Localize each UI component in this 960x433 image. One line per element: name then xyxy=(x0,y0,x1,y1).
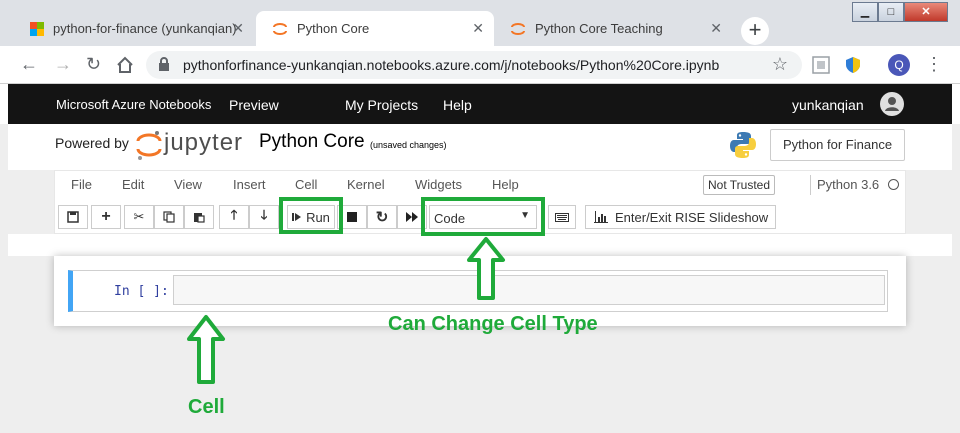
tab-title: Python Core Teaching xyxy=(535,21,663,36)
powered-by-label: Powered by xyxy=(55,135,129,151)
browser-tab-python-core[interactable]: Python Core ✕ xyxy=(256,11,494,46)
minimize-icon[interactable]: ▁ xyxy=(852,2,878,22)
command-palette-button[interactable] xyxy=(548,205,576,229)
menu-widgets[interactable]: Widgets xyxy=(415,177,462,192)
move-up-button[interactable]: 🡑 xyxy=(219,205,249,229)
paste-icon xyxy=(194,213,205,223)
trust-status-button[interactable]: Not Trusted xyxy=(703,175,775,195)
maximize-icon[interactable]: □ xyxy=(878,2,904,22)
copy-icon xyxy=(163,211,175,223)
project-button[interactable]: Python for Finance xyxy=(770,129,905,161)
extension-grid-icon[interactable] xyxy=(812,56,830,74)
restart-icon: ↻ xyxy=(375,209,389,226)
scissors-icon: ✂ xyxy=(133,209,145,224)
jupyter-logo-icon[interactable] xyxy=(136,129,162,161)
cut-button[interactable]: ✂ xyxy=(124,205,154,229)
cell-type-highlight-box xyxy=(421,197,545,236)
menubar: File Edit View Insert Cell Kernel Widget… xyxy=(54,170,906,200)
arrow-up-icon: 🡑 xyxy=(230,207,238,222)
browser-menu-icon[interactable]: ⋮ xyxy=(925,54,943,75)
browser-address-bar: ← → ↻ pythonforfinance-yunkanqian.notebo… xyxy=(0,46,960,84)
microsoft-logo-icon xyxy=(30,21,44,36)
close-window-icon[interactable]: ✕ xyxy=(904,2,948,22)
my-projects-link[interactable]: My Projects xyxy=(345,97,418,113)
browser-tab-strip: python-for-finance (yunkanqian) ✕ Python… xyxy=(0,0,960,46)
menu-kernel[interactable]: Kernel xyxy=(347,177,385,192)
help-link[interactable]: Help xyxy=(443,97,472,113)
tab-title: Python Core xyxy=(297,21,370,36)
cell-input-area[interactable] xyxy=(173,275,885,305)
profile-avatar[interactable]: Q xyxy=(888,54,910,76)
window-controls: ▁ □ ✕ xyxy=(852,2,948,22)
menu-edit[interactable]: Edit xyxy=(122,177,144,192)
close-tab-icon[interactable]: ✕ xyxy=(710,20,722,37)
up-arrow-cell xyxy=(187,315,225,384)
bookmark-star-icon[interactable]: ☆ xyxy=(772,54,788,75)
copy-button[interactable] xyxy=(154,205,184,229)
insert-cell-button[interactable]: + xyxy=(91,205,121,229)
home-icon[interactable] xyxy=(116,56,134,74)
username[interactable]: yunkanqian xyxy=(792,97,864,113)
forward-arrow-icon[interactable]: → xyxy=(54,54,72,75)
browser-tab-python-core-teaching[interactable]: Python Core Teaching ✕ xyxy=(494,11,732,46)
menu-view[interactable]: View xyxy=(174,177,202,192)
reload-icon[interactable]: ↻ xyxy=(86,54,101,75)
notebook-title[interactable]: Python Core xyxy=(259,131,365,153)
stop-icon xyxy=(347,212,357,222)
jupyter-favicon-icon xyxy=(511,22,525,35)
azure-brand[interactable]: Microsoft Azure Notebooks xyxy=(56,97,211,112)
restart-button[interactable]: ↻ xyxy=(367,205,397,229)
close-tab-icon[interactable]: ✕ xyxy=(472,20,484,37)
jupyter-favicon-icon xyxy=(273,22,287,35)
user-avatar[interactable] xyxy=(880,92,904,116)
menu-file[interactable]: File xyxy=(71,177,92,192)
new-tab-button[interactable]: + xyxy=(741,17,769,45)
save-status: (unsaved changes) xyxy=(370,140,447,150)
rise-slideshow-button[interactable]: Enter/Exit RISE Slideshow xyxy=(585,205,776,229)
user-silhouette-icon xyxy=(885,97,899,111)
tab-title: python-for-finance (yunkanqian) xyxy=(53,21,237,36)
jupyter-wordmark[interactable]: jupyter xyxy=(164,129,243,157)
kernel-status-icon xyxy=(888,179,899,190)
azure-header: Microsoft Azure Notebooks Preview My Pro… xyxy=(0,84,960,124)
kernel-separator xyxy=(810,175,811,195)
arrow-down-icon: 🡓 xyxy=(260,207,268,222)
save-button[interactable] xyxy=(58,205,88,229)
browser-tab-python-for-finance[interactable]: python-for-finance (yunkanqian) ✕ xyxy=(14,11,254,46)
cell-type-annotation: Can Change Cell Type xyxy=(388,313,598,335)
kernel-name[interactable]: Python 3.6 xyxy=(817,177,879,192)
lock-icon xyxy=(159,57,169,71)
back-arrow-icon[interactable]: ← xyxy=(20,54,38,75)
menu-cell[interactable]: Cell xyxy=(295,177,317,192)
url-text[interactable]: pythonforfinance-yunkanqian.notebooks.az… xyxy=(183,57,719,73)
menu-insert[interactable]: Insert xyxy=(233,177,266,192)
close-tab-icon[interactable]: ✕ xyxy=(232,20,244,37)
menu-help[interactable]: Help xyxy=(492,177,519,192)
input-prompt: In [ ]: xyxy=(114,284,169,299)
cell-annotation: Cell xyxy=(188,396,225,418)
bar-chart-icon xyxy=(594,211,608,223)
paste-button[interactable] xyxy=(184,205,214,229)
keyboard-icon xyxy=(555,212,569,222)
fast-forward-icon xyxy=(406,212,418,222)
plus-icon: + xyxy=(101,208,111,225)
omnibox[interactable]: pythonforfinance-yunkanqian.notebooks.az… xyxy=(146,51,802,79)
jupyter-header: Powered by jupyter Python Core (unsaved … xyxy=(8,124,952,170)
rise-label: Enter/Exit RISE Slideshow xyxy=(615,209,769,225)
extension-shield-icon[interactable] xyxy=(844,56,862,74)
move-down-button[interactable]: 🡓 xyxy=(249,205,279,229)
preview-label: Preview xyxy=(229,97,279,113)
save-icon xyxy=(67,211,79,223)
run-highlight-box xyxy=(279,197,343,234)
up-arrow-cell-type xyxy=(467,237,505,300)
python-logo-icon xyxy=(730,132,756,158)
